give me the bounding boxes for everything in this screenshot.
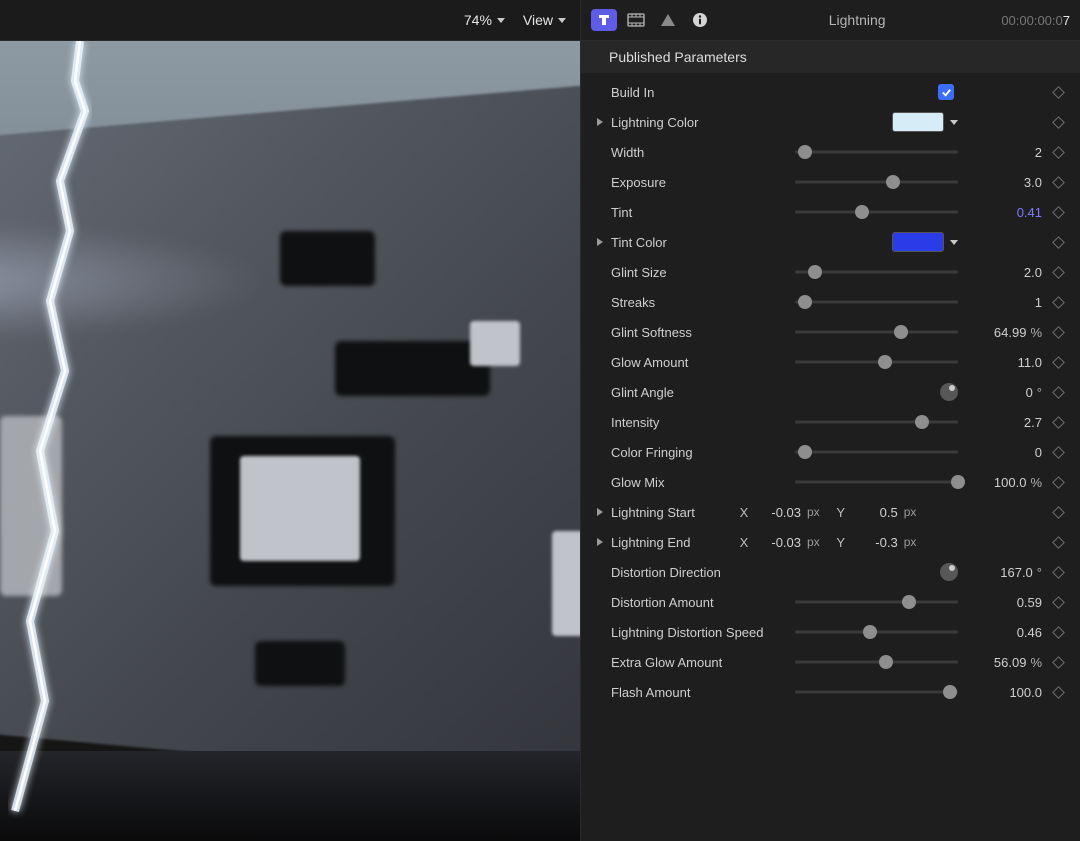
y-label: Y: [834, 535, 848, 550]
distortion-direction-dial[interactable]: [940, 563, 958, 581]
glow-mix-slider[interactable]: [795, 474, 958, 490]
param-streaks: Streaks 1: [591, 287, 1070, 317]
color-fringing-slider[interactable]: [795, 444, 958, 460]
param-glint-size: Glint Size 2.0: [591, 257, 1070, 287]
keyframe-icon[interactable]: [1052, 536, 1065, 549]
keyframe-icon[interactable]: [1052, 86, 1065, 99]
param-distortion-direction: Distortion Direction 167.0°: [591, 557, 1070, 587]
y-label: Y: [834, 505, 848, 520]
streaks-slider[interactable]: [795, 294, 958, 310]
keyframe-icon[interactable]: [1052, 116, 1065, 129]
inspector-title: Lightning: [719, 12, 995, 28]
tab-text[interactable]: [591, 9, 617, 31]
param-lightning-end: Lightning End X -0.03 px Y -0.3 px: [591, 527, 1070, 557]
keyframe-icon[interactable]: [1052, 146, 1065, 159]
timecode[interactable]: 00:00:00:07: [1001, 13, 1070, 28]
keyframe-icon[interactable]: [1052, 356, 1065, 369]
inspector-header: Lightning 00:00:00:07: [581, 0, 1080, 41]
param-build-in: Build In: [591, 77, 1070, 107]
chevron-down-icon[interactable]: [950, 120, 958, 125]
disclosure-triangle-icon[interactable]: [597, 508, 603, 516]
keyframe-icon[interactable]: [1052, 566, 1065, 579]
chevron-down-icon[interactable]: [950, 240, 958, 245]
glint-angle-dial[interactable]: [940, 383, 958, 401]
lightning-distortion-speed-slider[interactable]: [795, 624, 958, 640]
param-lightning-distortion-speed: Lightning Distortion Speed 0.46: [591, 617, 1070, 647]
parameters-list: Build In Lightning Color: [581, 73, 1080, 841]
disclosure-triangle-icon[interactable]: [597, 538, 603, 546]
keyframe-icon[interactable]: [1052, 446, 1065, 459]
param-tint-color: Tint Color: [591, 227, 1070, 257]
build-in-checkbox[interactable]: [938, 84, 954, 100]
keyframe-icon[interactable]: [1052, 296, 1065, 309]
viewer-toolbar: 74% View: [0, 0, 580, 41]
param-tint: Tint 0.41: [591, 197, 1070, 227]
lightning-color-well[interactable]: [892, 112, 944, 132]
tab-video[interactable]: [623, 9, 649, 31]
section-published-parameters: Published Parameters: [581, 41, 1080, 73]
lightning-bolt-render: [0, 41, 580, 841]
param-extra-glow-amount: Extra Glow Amount 56.09%: [591, 647, 1070, 677]
keyframe-icon[interactable]: [1052, 506, 1065, 519]
glint-size-slider[interactable]: [795, 264, 958, 280]
keyframe-icon[interactable]: [1052, 266, 1065, 279]
tab-info[interactable]: [687, 9, 713, 31]
keyframe-icon[interactable]: [1052, 176, 1065, 189]
glint-softness-slider[interactable]: [795, 324, 958, 340]
lightning-end-y[interactable]: -0.3: [854, 535, 898, 550]
disclosure-triangle-icon[interactable]: [597, 238, 603, 246]
keyframe-icon[interactable]: [1052, 416, 1065, 429]
param-glint-softness: Glint Softness 64.99%: [591, 317, 1070, 347]
width-slider[interactable]: [795, 144, 958, 160]
keyframe-icon[interactable]: [1052, 326, 1065, 339]
inspector-pane: Lightning 00:00:00:07 Published Paramete…: [580, 0, 1080, 841]
chevron-down-icon: [497, 18, 505, 23]
param-exposure: Exposure 3.0: [591, 167, 1070, 197]
param-glint-angle: Glint Angle 0°: [591, 377, 1070, 407]
viewer-pane: 74% View: [0, 0, 580, 841]
x-label: X: [737, 535, 751, 550]
keyframe-icon[interactable]: [1052, 236, 1065, 249]
tint-slider[interactable]: [795, 204, 958, 220]
lightning-start-y[interactable]: 0.5: [854, 505, 898, 520]
param-width: Width 2: [591, 137, 1070, 167]
param-glow-mix: Glow Mix 100.0%: [591, 467, 1070, 497]
extra-glow-amount-slider[interactable]: [795, 654, 958, 670]
disclosure-triangle-icon[interactable]: [597, 118, 603, 126]
tint-color-well[interactable]: [892, 232, 944, 252]
app-root: 74% View: [0, 0, 1080, 841]
keyframe-icon[interactable]: [1052, 626, 1065, 639]
keyframe-icon[interactable]: [1052, 206, 1065, 219]
flash-amount-slider[interactable]: [795, 684, 958, 700]
lightning-start-x[interactable]: -0.03: [757, 505, 801, 520]
x-label: X: [737, 505, 751, 520]
view-label: View: [523, 12, 553, 28]
keyframe-icon[interactable]: [1052, 686, 1065, 699]
glow-amount-slider[interactable]: [795, 354, 958, 370]
viewer-canvas[interactable]: [0, 41, 580, 841]
keyframe-icon[interactable]: [1052, 476, 1065, 489]
exposure-slider[interactable]: [795, 174, 958, 190]
zoom-dropdown[interactable]: 74%: [464, 12, 505, 28]
intensity-slider[interactable]: [795, 414, 958, 430]
keyframe-icon[interactable]: [1052, 596, 1065, 609]
view-dropdown[interactable]: View: [523, 12, 566, 28]
param-distortion-amount: Distortion Amount 0.59: [591, 587, 1070, 617]
keyframe-icon[interactable]: [1052, 656, 1065, 669]
param-color-fringing: Color Fringing 0: [591, 437, 1070, 467]
param-lightning-color: Lightning Color: [591, 107, 1070, 137]
param-lightning-start: Lightning Start X -0.03 px Y 0.5 px: [591, 497, 1070, 527]
tab-shape[interactable]: [655, 9, 681, 31]
param-intensity: Intensity 2.7: [591, 407, 1070, 437]
distortion-amount-slider[interactable]: [795, 594, 958, 610]
param-glow-amount: Glow Amount 11.0: [591, 347, 1070, 377]
zoom-value: 74%: [464, 12, 492, 28]
keyframe-icon[interactable]: [1052, 386, 1065, 399]
lightning-end-x[interactable]: -0.03: [757, 535, 801, 550]
chevron-down-icon: [558, 18, 566, 23]
param-flash-amount: Flash Amount 100.0: [591, 677, 1070, 707]
